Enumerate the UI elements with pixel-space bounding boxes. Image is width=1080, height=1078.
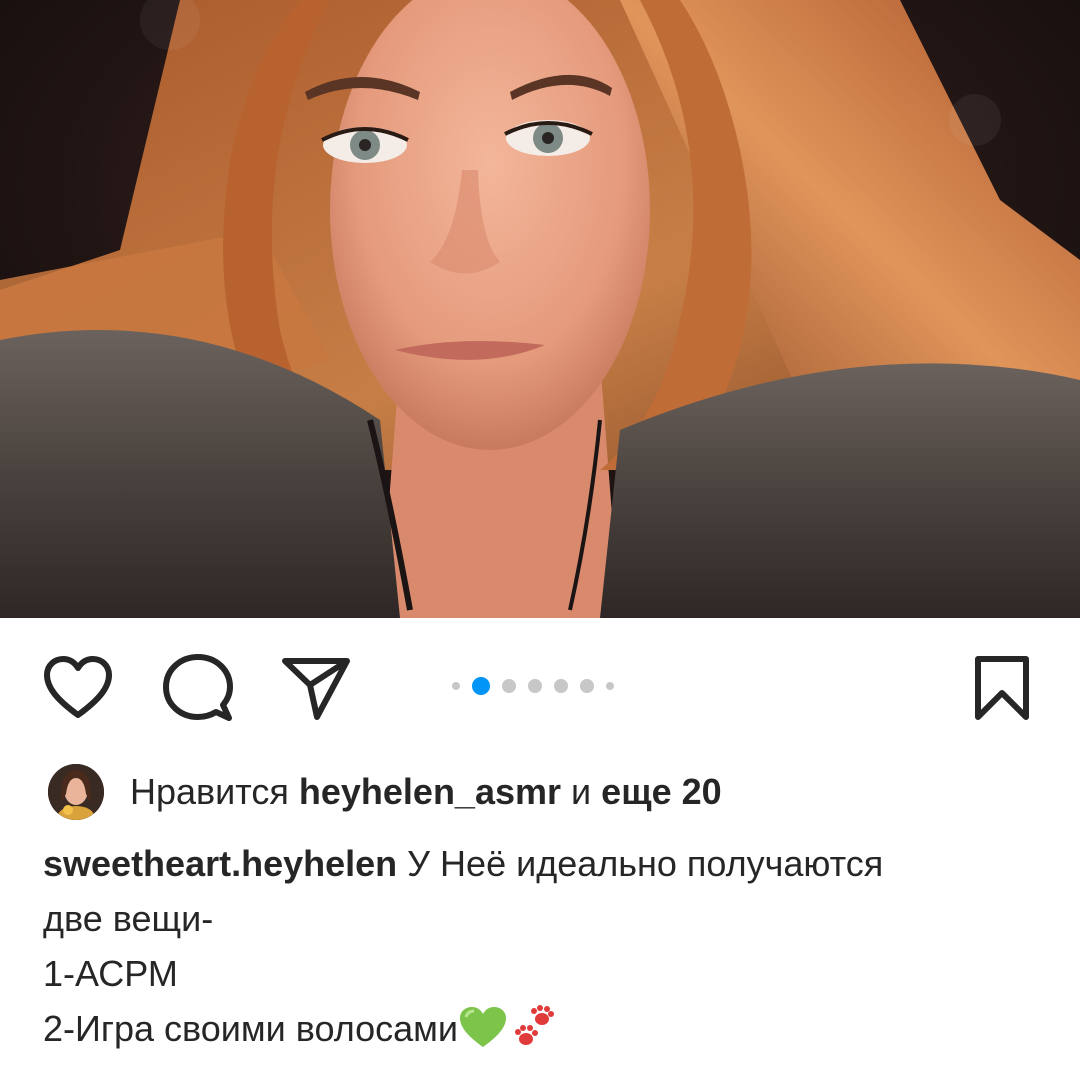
- carousel-dot: [554, 679, 568, 693]
- bookmark-icon: [975, 656, 1029, 720]
- carousel-dot-active: [472, 677, 490, 695]
- carousel-indicator: [452, 676, 614, 696]
- comment-button[interactable]: [158, 648, 238, 728]
- caption-text-line4: 2-Игра своими волосами: [43, 1008, 459, 1049]
- likes-joiner: и: [571, 771, 592, 812]
- post-action-bar: [0, 618, 1080, 758]
- paper-plane-icon: [282, 658, 350, 720]
- likes-more-link[interactable]: еще 20: [601, 771, 721, 812]
- share-button[interactable]: [276, 648, 356, 728]
- comment-bubble-icon: [163, 654, 233, 721]
- avatar-image: [48, 764, 104, 820]
- heart-outline-icon: [44, 656, 112, 718]
- caption-text-line1: У Неё идеально получаются: [407, 843, 884, 884]
- carousel-dot: [580, 679, 594, 693]
- likes-summary: Нравится heyhelen_asmr и еще 20: [130, 771, 722, 813]
- likes-row[interactable]: Нравится heyhelen_asmr и еще 20: [48, 762, 722, 822]
- carousel-dot: [528, 679, 542, 693]
- like-button[interactable]: [38, 648, 118, 728]
- liker-avatar[interactable]: [48, 764, 104, 820]
- post-photo[interactable]: [0, 0, 1080, 618]
- paw-prints-emoji: [512, 1005, 558, 1066]
- caption-text-line3: 1-АСРМ: [43, 953, 178, 994]
- caption-text-line2: две вещи-: [43, 898, 214, 939]
- post-caption: sweetheart.heyhelen У Неё идеально получ…: [43, 836, 1043, 1066]
- likes-prefix: Нравится: [130, 771, 289, 812]
- post-photo-image: [0, 0, 1080, 618]
- caption-username[interactable]: sweetheart.heyhelen: [43, 843, 397, 884]
- carousel-dot: [606, 682, 614, 690]
- carousel-dot: [452, 682, 460, 690]
- carousel-dot: [502, 679, 516, 693]
- liker-username[interactable]: heyhelen_asmr: [299, 771, 561, 812]
- green-heart-emoji: [458, 1005, 508, 1064]
- save-button[interactable]: [962, 648, 1042, 728]
